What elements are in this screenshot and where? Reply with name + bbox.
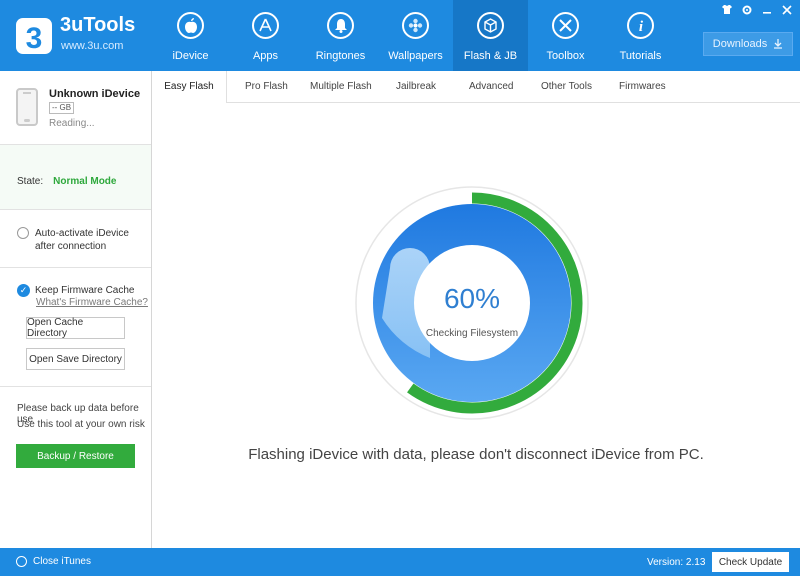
easy-flash-panel: 60% Checking Filesystem Flashing iDevice… [152,103,800,548]
info-icon: i [627,12,654,39]
device-capacity: -- GB [49,102,75,114]
app-title: 3uTools [60,14,136,36]
3utools-logo-icon: 3 [16,18,52,55]
keep-cache-checkbox[interactable]: ✓ [17,284,30,297]
state-value: Normal Mode [53,176,117,187]
state-panel: State: Normal Mode [0,145,151,210]
nav-label: Tutorials [619,50,662,62]
tab-jailbreak[interactable]: Jailbreak [396,71,436,103]
version-label: Version: 2.13 [647,557,706,568]
bell-icon [327,12,354,39]
nav-label: Apps [252,50,279,62]
flower-icon [402,12,429,39]
sidebar: Unknown iDevice -- GB Reading... State: N… [0,71,152,548]
tab-bar: Easy Flash Pro Flash Multiple Flash Jail… [152,71,800,103]
nav-label: Flash & JB [463,50,518,62]
window-controls [720,4,794,18]
download-icon [774,39,783,49]
keep-cache-label: Keep Firmware Cache [35,285,135,296]
device-name: Unknown iDevice [49,88,141,100]
box-icon [477,12,504,39]
tab-other-tools[interactable]: Other Tools [541,71,592,103]
check-update-button[interactable]: Check Update [712,552,789,572]
svg-text:3: 3 [26,22,43,55]
auto-activate-label: Auto-activate iDevice after connection [35,228,129,252]
status-bar: Close iTunes Version: 2.13 Check Update [0,548,800,576]
close-icon[interactable] [780,4,794,18]
tab-advanced[interactable]: Advanced [469,71,513,103]
close-itunes-radio[interactable] [16,556,27,567]
firmware-cache-help-link[interactable]: What's Firmware Cache? [36,297,148,308]
nav-label: iDevice [172,50,209,62]
skin-icon[interactable] [720,4,734,18]
nav-idevice[interactable]: iDevice [153,0,228,71]
app-website: www.3u.com [61,40,124,52]
open-cache-directory-button[interactable]: Open Cache Directory [26,317,125,339]
tools-icon [552,12,579,39]
device-info-panel: Unknown iDevice -- GB Reading... [0,71,151,145]
nav-toolbox[interactable]: Toolbox [528,0,603,71]
tab-firmwares[interactable]: Firmwares [619,71,666,103]
nav-label: Ringtones [315,50,366,62]
backup-restore-button[interactable]: Backup / Restore [16,444,135,468]
header-bar: 3 3uTools www.3u.com iDevice Apps Ringto… [0,0,800,71]
tab-easy-flash[interactable]: Easy Flash [152,71,227,103]
nav-ringtones[interactable]: Ringtones [303,0,378,71]
nav-wallpapers[interactable]: Wallpapers [378,0,453,71]
open-save-directory-button[interactable]: Open Save Directory [26,348,125,370]
downloads-button[interactable]: Downloads [703,32,793,56]
svg-text:i: i [638,19,643,33]
nav-label: Toolbox [546,50,585,62]
main-nav: iDevice Apps Ringtones Wallpapers Flash … [153,0,678,71]
flash-message: Flashing iDevice with data, please don't… [248,446,704,463]
nav-apps[interactable]: Apps [228,0,303,71]
nav-tutorials[interactable]: i Tutorials [603,0,678,71]
progress-status: Checking Filesystem [425,328,519,339]
tab-multiple-flash[interactable]: Multiple Flash [310,71,372,103]
nav-flash-jb[interactable]: Flash & JB [453,0,528,71]
firmware-cache-panel: ✓ Keep Firmware Cache What's Firmware Ca… [0,268,151,387]
device-status: Reading... [49,118,95,129]
iphone-icon [16,88,38,126]
apple-icon [177,12,204,39]
progress-percent: 60% [443,283,501,314]
auto-activate-radio[interactable] [17,227,29,239]
downloads-label: Downloads [712,38,768,50]
settings-icon[interactable] [740,4,754,18]
app-store-icon [252,12,279,39]
warning-line-2: Use this tool at your own risk [17,419,145,430]
tab-pro-flash[interactable]: Pro Flash [245,71,288,103]
close-itunes-label: Close iTunes [33,556,91,567]
nav-label: Wallpapers [388,50,443,62]
auto-activate-panel: Auto-activate iDevice after connection [0,210,151,268]
minimize-icon[interactable] [760,4,774,18]
state-row: State: Normal Mode [17,176,116,187]
state-label: State: [17,176,44,187]
progress-ring [355,186,589,420]
